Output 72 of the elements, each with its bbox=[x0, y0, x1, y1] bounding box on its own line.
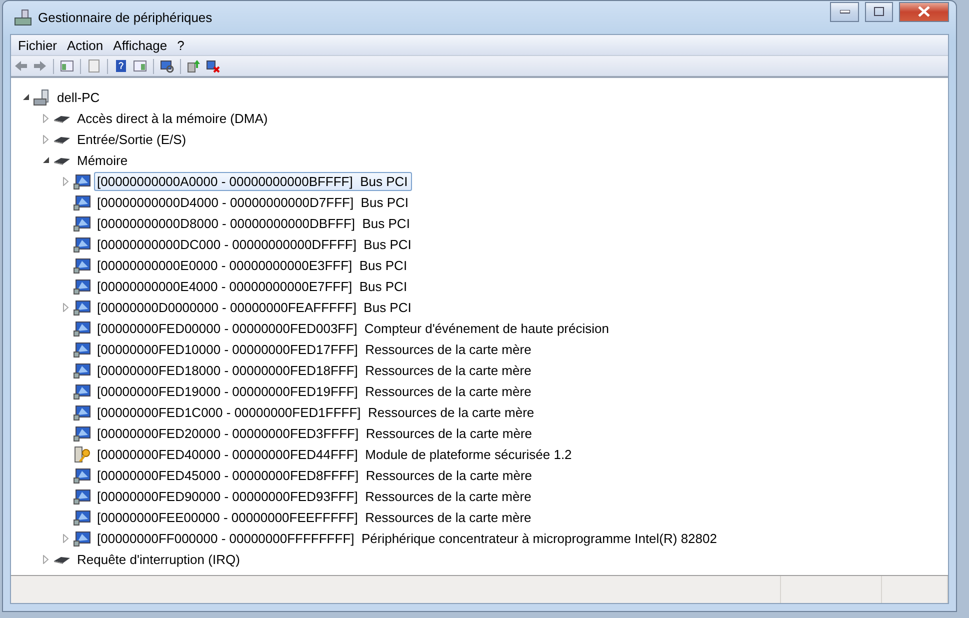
close-icon bbox=[917, 6, 931, 17]
expand-arrow-icon[interactable] bbox=[43, 555, 49, 564]
chip-icon bbox=[53, 134, 71, 144]
tree-item[interactable]: [00000000000E0000 - 00000000000E3FFF] Bus PCI bbox=[94, 256, 412, 275]
tree-item[interactable]: Entrée/Sortie (E/S) bbox=[74, 130, 190, 149]
window-icon[interactable] bbox=[59, 58, 75, 74]
expand-arrow-icon[interactable] bbox=[43, 135, 49, 144]
monitor-icon bbox=[73, 278, 91, 294]
monitor-icon bbox=[73, 530, 91, 546]
monitor-icon bbox=[73, 342, 91, 358]
monitor-icon bbox=[73, 384, 91, 400]
tree-item[interactable]: dell-PC bbox=[54, 88, 104, 107]
monitor-icon bbox=[73, 468, 91, 484]
close-button[interactable] bbox=[899, 2, 949, 22]
computer-icon bbox=[33, 88, 51, 106]
chip-icon bbox=[53, 554, 71, 564]
monitor-icon bbox=[73, 362, 91, 378]
panel-icon[interactable] bbox=[132, 58, 148, 74]
monitor-icon bbox=[73, 174, 91, 190]
tree-item[interactable]: [00000000D0000000 - 00000000FEAFFFFF] Bus PCI bbox=[94, 298, 416, 317]
tree-item[interactable]: [00000000000DC000 - 00000000000DFFFF] Bus PCI bbox=[94, 235, 416, 254]
monitor-icon bbox=[73, 194, 91, 210]
monitor-icon bbox=[73, 426, 91, 442]
window-title: Gestionnaire de périphériques bbox=[38, 10, 214, 25]
tree-item[interactable]: [00000000000A0000 - 00000000000BFFFF] Bus PCI bbox=[94, 172, 412, 191]
tree-item[interactable]: [00000000FEE00000 - 00000000FEEFFFFF] Ressources de la carte mère bbox=[94, 508, 536, 527]
forward-button[interactable] bbox=[32, 58, 48, 74]
tree-item[interactable]: [00000000000D4000 - 00000000000D7FFF] Bus PCI bbox=[94, 193, 412, 212]
tree-item[interactable]: [00000000FED10000 - 00000000FED17FFF] Ressources de la carte mère bbox=[94, 340, 536, 359]
expand-arrow-icon[interactable] bbox=[43, 114, 49, 123]
monitor-icon bbox=[73, 510, 91, 526]
back-button[interactable] bbox=[13, 58, 29, 74]
help-icon[interactable] bbox=[113, 58, 129, 74]
monitor-icon bbox=[73, 488, 91, 504]
menu-item[interactable]: Fichier bbox=[13, 38, 62, 52]
menu-item[interactable]: Affichage bbox=[108, 38, 172, 52]
tree-item[interactable]: Mémoire bbox=[74, 151, 132, 170]
chip-icon bbox=[53, 114, 71, 124]
maximize-icon bbox=[874, 7, 884, 16]
app-icon bbox=[14, 8, 32, 26]
tree-item[interactable]: [00000000FED18000 - 00000000FED18FFF] Ressources de la carte mère bbox=[94, 361, 536, 380]
monitor-icon bbox=[73, 236, 91, 252]
collapse-arrow-icon[interactable] bbox=[22, 94, 30, 101]
tree-item[interactable]: Requête d'interruption (IRQ) bbox=[74, 550, 244, 569]
monitor-icon bbox=[73, 258, 91, 274]
tree-item[interactable]: [00000000FED20000 - 00000000FED3FFFF] Ressources de la carte mère bbox=[94, 424, 536, 443]
expand-arrow-icon[interactable] bbox=[63, 303, 69, 312]
tree-item[interactable]: [00000000000E4000 - 00000000000E7FFF] Bus PCI bbox=[94, 277, 412, 296]
expand-arrow-icon[interactable] bbox=[63, 177, 69, 186]
document-icon[interactable] bbox=[86, 58, 102, 74]
tree-item[interactable]: [00000000FED19000 - 00000000FED19FFF] Ressources de la carte mère bbox=[94, 382, 536, 401]
monitor-icon bbox=[73, 216, 91, 232]
monitor-icon bbox=[73, 320, 91, 336]
monitor-icon bbox=[73, 300, 91, 316]
tree-item[interactable]: [00000000FED40000 - 00000000FED44FFF] Module de plateforme sécurisée 1.2 bbox=[94, 445, 576, 464]
menu-item[interactable]: ? bbox=[172, 38, 190, 52]
chip-icon bbox=[53, 156, 71, 166]
tree-item[interactable]: [00000000FED45000 - 00000000FED8FFFF] Ressources de la carte mère bbox=[94, 466, 536, 485]
tree-item[interactable]: [00000000FED90000 - 00000000FED93FFF] Ressources de la carte mère bbox=[94, 487, 536, 506]
monitor-icon bbox=[73, 404, 91, 420]
tree-item[interactable]: [00000000FF000000 - 00000000FFFFFFFF] Périphérique concentrateur à microprogramme Intel(R) 82802 bbox=[94, 529, 721, 548]
minimize-icon bbox=[840, 10, 850, 14]
minimize-button[interactable] bbox=[830, 2, 859, 22]
tree-item[interactable]: [00000000000D8000 - 00000000000DBFFF] Bus PCI bbox=[94, 214, 414, 233]
tree-item[interactable]: [00000000FED1C000 - 00000000FED1FFFF] Ressources de la carte mère bbox=[94, 403, 538, 422]
menu-item[interactable]: Action bbox=[62, 38, 108, 52]
tree-item[interactable]: [00000000FED00000 - 00000000FED003FF] Compteur d'événement de haute précision bbox=[94, 319, 613, 338]
expand-arrow-icon[interactable] bbox=[63, 534, 69, 543]
tree-item[interactable]: Accès direct à la mémoire (DMA) bbox=[74, 109, 272, 128]
collapse-arrow-icon[interactable] bbox=[42, 157, 50, 164]
key-icon bbox=[73, 446, 91, 464]
maximize-button[interactable] bbox=[865, 2, 893, 22]
